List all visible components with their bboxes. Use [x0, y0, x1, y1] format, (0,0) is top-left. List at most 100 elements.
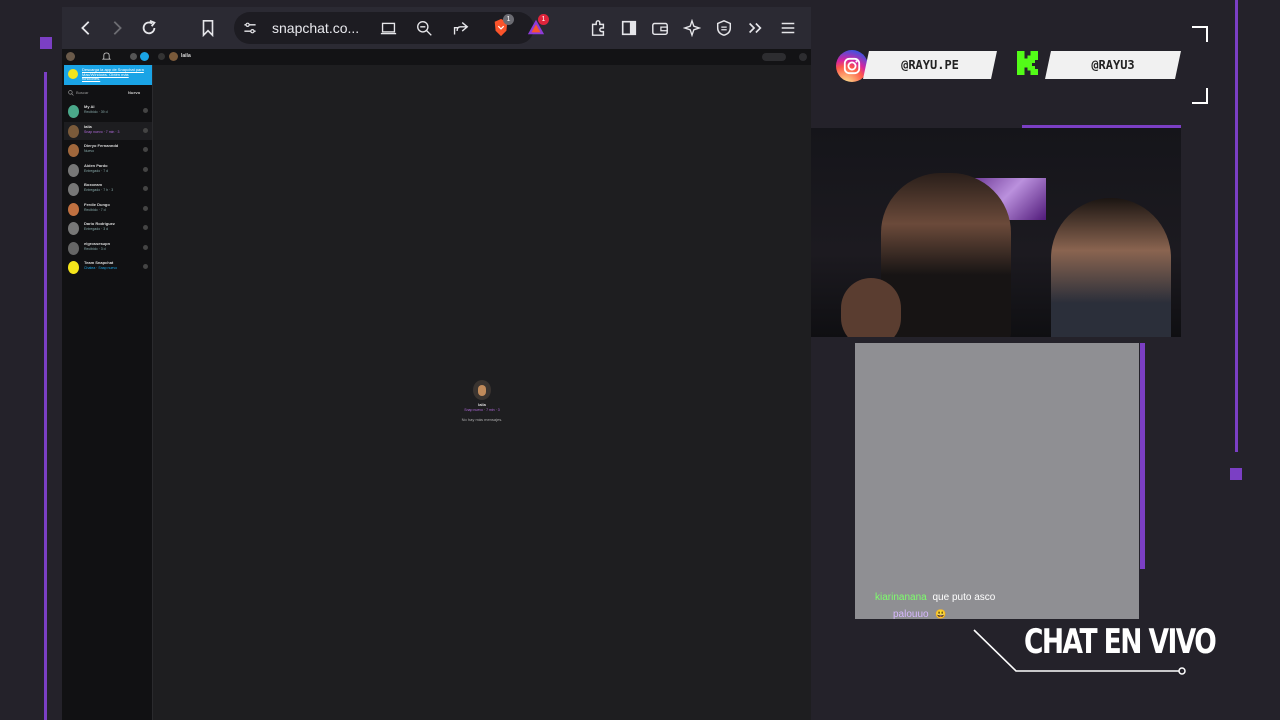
chat-back-icon[interactable]: [158, 53, 165, 60]
forward-button[interactable]: [102, 13, 132, 43]
chat-avatar: [68, 183, 79, 196]
sparkle-icon: [683, 19, 701, 37]
hamburger-icon: [781, 22, 795, 34]
back-button[interactable]: [71, 13, 101, 43]
cast-icon[interactable]: [380, 20, 397, 37]
chat-list-item[interactable]: Boxoeam Entregado · 7 h · 3: [64, 180, 152, 198]
chat-camera-icon[interactable]: [143, 205, 148, 211]
chat-list-item[interactable]: Aiden Pardo Entregado · 7 d: [64, 161, 152, 179]
wallet-button[interactable]: [645, 13, 675, 43]
chevrons-right-icon: [749, 22, 762, 34]
center-avatar: [473, 380, 491, 400]
chat-search-row: Buscar Nuevo: [64, 89, 152, 97]
chat-camera-icon[interactable]: [143, 225, 148, 230]
snap-logo-icon: [68, 69, 78, 79]
chat-user-2: palouuo: [893, 609, 929, 620]
chat-status: Nuevo: [84, 149, 95, 153]
chat-camera-icon[interactable]: [143, 166, 148, 172]
zoom-out-icon[interactable]: [416, 20, 433, 37]
vpn-button[interactable]: [709, 13, 739, 43]
chat-avatar: [68, 241, 79, 255]
chat-list-item[interactable]: laila Snap nuevo · 7 min · 3: [64, 121, 152, 140]
site-settings-icon[interactable]: [242, 20, 258, 36]
kick-logo-icon: [1014, 48, 1044, 78]
bookmark-button[interactable]: [193, 13, 223, 43]
browser-window: snapchat.co... 1 1 laila Descarga la app…: [62, 7, 811, 720]
brave-rewards-button[interactable]: 1: [527, 14, 549, 38]
chat-options-pill[interactable]: [762, 53, 786, 61]
snapchat-top-strip: laila: [62, 49, 811, 65]
sidebar-icon: [621, 20, 637, 36]
wallet-icon: [652, 22, 668, 36]
chat-name: laila: [84, 123, 92, 129]
webcam-person-right: [1051, 198, 1171, 337]
rewards-badge: 1: [538, 14, 549, 25]
chat-status: Recibido · 7 d: [84, 207, 106, 212]
profile-avatar[interactable]: [66, 52, 75, 61]
chat-message-1: kiarinanana que puto asco: [875, 592, 995, 603]
bitmoji-face: [478, 385, 486, 396]
chat-sidebar: Descarga la app de Snapchat para Mac/Win…: [62, 65, 153, 720]
frame-left-square: [40, 37, 52, 49]
ghost-icon[interactable]: [102, 52, 111, 61]
promo-text: Descarga la app de Snapchat para Mac/Win…: [82, 67, 144, 81]
chat-name: elgrossesupn: [84, 240, 111, 246]
new-chat-icon[interactable]: [140, 52, 149, 61]
chat-status: Recibido · 39 d: [84, 110, 108, 114]
search-input[interactable]: Buscar: [76, 90, 88, 95]
chat-name: Dario Rodriguez: [84, 221, 115, 226]
bookmark-icon: [202, 19, 214, 37]
chat-list-item[interactable]: Dario Rodriguez Entregado · 3 d: [64, 219, 152, 237]
chat-camera-icon[interactable]: [143, 186, 148, 191]
camera-glyph: [843, 57, 861, 75]
chat-avatar: [68, 222, 79, 235]
chat-camera-icon[interactable]: [143, 147, 148, 152]
chat-name: Dieryo Fernanndd: [84, 143, 119, 148]
brave-shields-button[interactable]: 1: [492, 14, 514, 38]
chat-avatar: [68, 202, 79, 216]
menu-button[interactable]: [773, 13, 803, 43]
reload-button[interactable]: [134, 13, 164, 43]
center-name: laila: [478, 402, 486, 407]
chat-camera-icon[interactable]: [143, 244, 148, 250]
new-chat-button[interactable]: Nuevo: [128, 90, 140, 95]
chat-list-item[interactable]: Ferdie Dungo Recibido · 7 d: [64, 200, 152, 218]
add-friend-icon[interactable]: [130, 53, 137, 60]
overflow-button[interactable]: [740, 13, 770, 43]
reload-icon: [142, 19, 156, 35]
forward-arrow-icon: [113, 21, 122, 35]
address-bar[interactable]: snapchat.co...: [234, 12, 534, 44]
chat-list-item[interactable]: Team Snapchat Chatea · Snap nuevo: [64, 258, 152, 276]
kick-handle: @RAYU3: [1091, 58, 1135, 72]
download-app-banner[interactable]: Descarga la app de Snapchat para Mac/Win…: [64, 65, 152, 85]
chat-camera-icon[interactable]: [143, 108, 148, 113]
active-chat-avatar: [169, 52, 178, 61]
chat-text-1: que puto asco: [932, 592, 996, 603]
chat-camera-icon[interactable]: [143, 264, 148, 269]
frame-left-line: [44, 72, 47, 720]
chat-close-icon[interactable]: [799, 53, 807, 61]
chat-avatar: [68, 124, 79, 138]
webcam-feed: [811, 128, 1181, 337]
chat-list-item[interactable]: Dieryo Fernanndd Nuevo: [64, 141, 152, 159]
kick-handle-bar: @RAYU3: [1045, 51, 1181, 79]
extensions-button[interactable]: [583, 13, 613, 43]
chat-camera-icon[interactable]: [143, 127, 148, 133]
leo-ai-button[interactable]: [677, 13, 707, 43]
chat-status: Recibido · 3 d: [84, 246, 106, 251]
chat-status: Snap nuevo · 7 min · 3: [84, 129, 120, 134]
chat-list-item[interactable]: My AI Recibido · 39 d: [64, 102, 152, 120]
corner-bracket-top: [1192, 26, 1208, 42]
sidebar-toggle-button[interactable]: [614, 13, 644, 43]
center-status: Snap nuevo · 7 min · 3: [464, 408, 500, 412]
kick-k-glyph: [1017, 51, 1038, 75]
chat-name: Boxoeam: [84, 182, 103, 187]
chat-avatar: [68, 105, 79, 118]
chat-list-item[interactable]: elgrossesupn Recibido · 3 d: [64, 239, 152, 257]
chat-message-2: palouuo 😃: [893, 609, 947, 620]
share-icon[interactable]: [452, 20, 469, 37]
chat-avatar: [68, 261, 79, 274]
search-icon: [68, 90, 74, 96]
chat-status: Entregado · 7 d: [84, 168, 109, 173]
stream-overlay: snapchat.co... 1 1 laila Descarga la app…: [0, 0, 1280, 720]
